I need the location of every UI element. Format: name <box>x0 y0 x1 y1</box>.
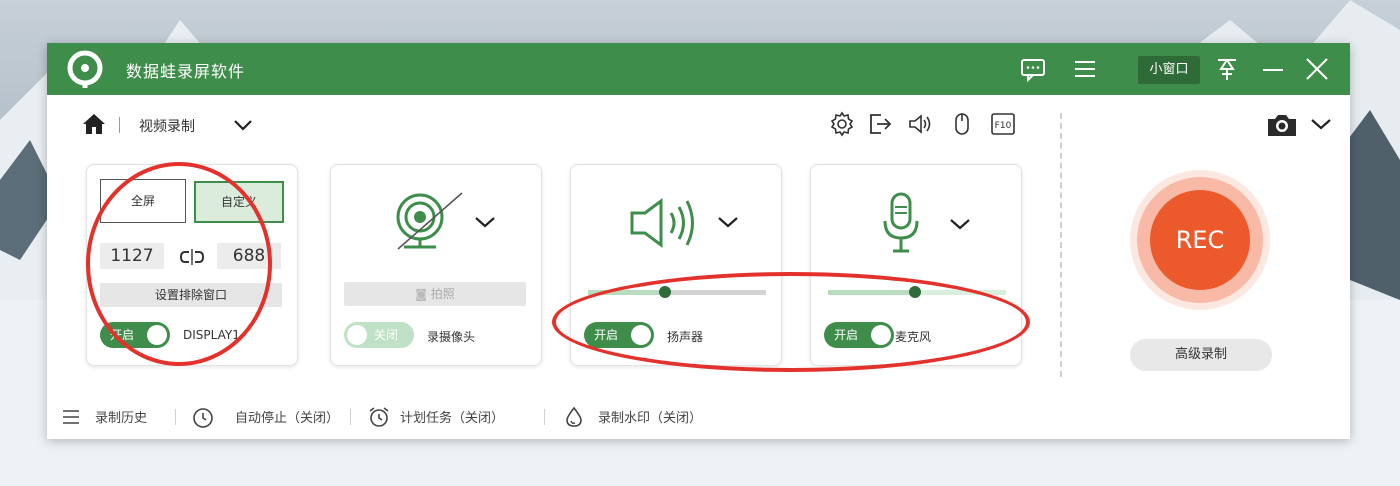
screen-toggle-label: 开启 <box>110 328 135 342</box>
history-link[interactable]: 录制历史 <box>95 407 147 426</box>
fullscreen-button[interactable]: 全屏 <box>100 179 186 223</box>
microphone-card: 开启 麦克风 <box>810 164 1022 366</box>
height-input[interactable]: 688 <box>217 243 281 269</box>
title-bar: 数据蛙录屏软件 小窗口 <box>47 43 1350 95</box>
toolbar-separator <box>119 117 120 133</box>
screenshot-chevron-down-icon[interactable] <box>1310 117 1332 131</box>
camera-chevron-down-icon[interactable] <box>474 215 496 229</box>
speaker-chevron-down-icon[interactable] <box>717 215 739 229</box>
width-input[interactable]: 1127 <box>100 243 164 269</box>
camera-card: ◙ 拍照 关闭 录摄像头 <box>330 164 542 366</box>
fps-icon[interactable]: F10 <box>990 111 1016 137</box>
toggle-knob <box>631 325 651 345</box>
microphone-icon <box>883 192 919 253</box>
app-window: 数据蛙录屏软件 小窗口 视频录制 F10 全屏 自定义 1127 688 设置排… <box>47 43 1350 439</box>
webcam-disabled-icon <box>396 192 463 250</box>
camera-label: 录摄像头 <box>427 330 476 344</box>
chevron-down-icon[interactable] <box>233 118 253 132</box>
speaker-icon <box>630 198 694 248</box>
toggle-knob <box>347 325 367 345</box>
custom-area-button[interactable]: 自定义 <box>194 181 284 223</box>
pin-icon[interactable] <box>1213 55 1241 83</box>
screen-capture-card: 全屏 自定义 1127 688 设置排除窗口 开启 DISPLAY1 <box>86 164 298 366</box>
footer-bar: 录制历史 自动停止（关闭） 计划任务（关闭） 录制水印（关闭） <box>47 395 1350 439</box>
footer-separator <box>175 409 176 425</box>
slider-fill <box>828 290 916 295</box>
speaker-card: 开启 扬声器 <box>570 164 782 366</box>
microphone-label: 麦克风 <box>895 330 932 344</box>
display-select[interactable]: DISPLAY1 <box>183 328 240 342</box>
camera-toggle[interactable]: 关闭 <box>344 322 414 348</box>
watermark-drop-icon[interactable] <box>562 405 586 429</box>
exclude-window-button[interactable]: 设置排除窗口 <box>100 283 282 307</box>
slider-fill <box>588 290 665 295</box>
camera-toggle-label: 关闭 <box>374 328 399 342</box>
list-icon[interactable] <box>59 405 83 429</box>
take-photo-button: ◙ 拍照 <box>344 282 526 306</box>
auto-stop-link[interactable]: 自动停止（关闭） <box>235 407 339 426</box>
camera-small-icon: ◙ <box>415 287 431 301</box>
footer-separator <box>350 409 351 425</box>
advanced-record-button[interactable]: 高级录制 <box>1130 339 1272 371</box>
export-icon[interactable] <box>867 111 893 137</box>
settings-icon[interactable] <box>829 111 855 137</box>
timer-icon[interactable] <box>191 405 215 429</box>
recording-mode-label[interactable]: 视频录制 <box>139 116 195 136</box>
slider-handle[interactable] <box>658 286 671 298</box>
screen-toggle[interactable]: 开启 <box>100 322 170 348</box>
svg-text:F10: F10 <box>995 121 1012 131</box>
mic-volume-slider[interactable] <box>828 286 1006 298</box>
watermark-link[interactable]: 录制水印（关闭） <box>598 407 702 426</box>
section-divider <box>1060 113 1062 377</box>
home-icon[interactable] <box>81 111 107 137</box>
alarm-clock-icon[interactable] <box>367 405 391 429</box>
rec-button[interactable]: REC <box>1150 190 1250 290</box>
mic-toggle[interactable]: 开启 <box>824 322 894 348</box>
mouse-icon[interactable] <box>949 111 975 137</box>
speaker-volume-slider[interactable] <box>588 286 766 298</box>
speaker-label: 扬声器 <box>667 330 704 344</box>
link-aspect-icon[interactable] <box>180 247 204 267</box>
camera-screenshot-icon[interactable] <box>1265 110 1299 140</box>
slider-handle[interactable] <box>909 286 922 298</box>
mic-chevron-down-icon[interactable] <box>949 217 971 231</box>
take-photo-label: 拍照 <box>430 287 455 301</box>
close-icon[interactable] <box>1303 55 1331 83</box>
schedule-link[interactable]: 计划任务（关闭） <box>400 407 504 426</box>
minimize-icon[interactable] <box>1259 55 1287 83</box>
footer-separator <box>544 409 545 425</box>
speaker-toggle-label: 开启 <box>594 328 619 342</box>
toggle-knob <box>871 325 891 345</box>
mic-toggle-label: 开启 <box>834 328 859 342</box>
speaker-toggle[interactable]: 开启 <box>584 322 654 348</box>
toolbar: 视频录制 F10 <box>47 95 1350 155</box>
mini-window-button[interactable]: 小窗口 <box>1138 56 1200 84</box>
app-logo-icon <box>67 50 103 88</box>
app-title: 数据蛙录屏软件 <box>126 62 246 81</box>
toggle-knob <box>147 325 167 345</box>
menu-icon[interactable] <box>1071 55 1099 83</box>
speaker-settings-icon[interactable] <box>907 111 933 137</box>
chat-icon[interactable] <box>1019 55 1047 83</box>
